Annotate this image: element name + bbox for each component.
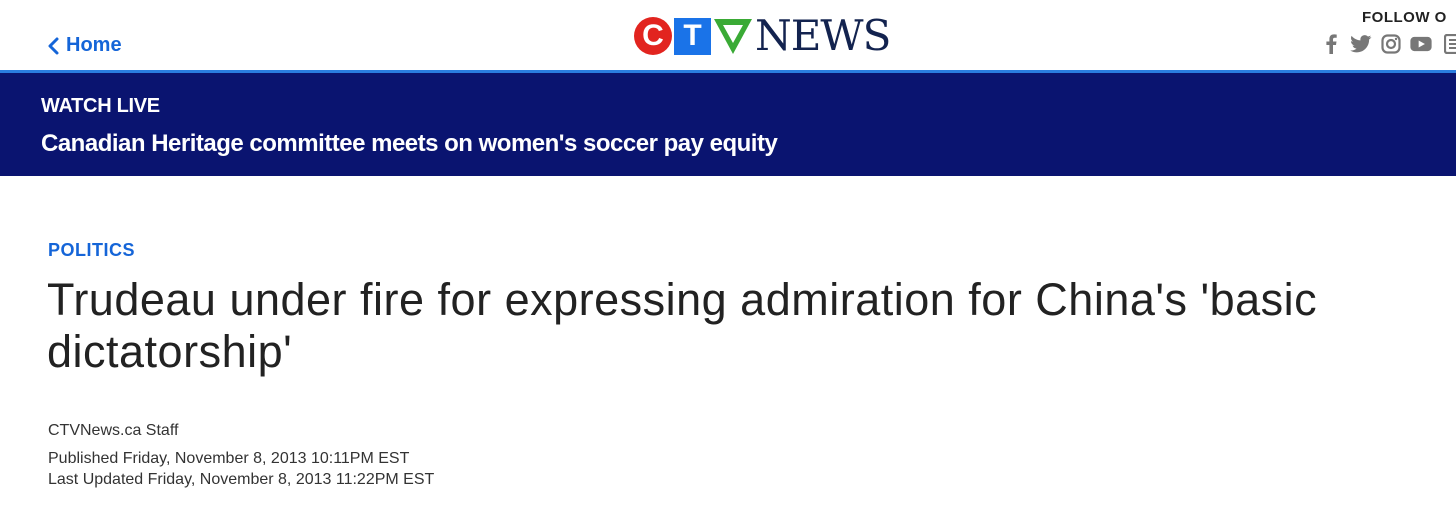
home-link[interactable]: Home	[46, 34, 122, 57]
category-link[interactable]: POLITICS	[48, 240, 135, 261]
page: Home C T NEWS FOLLOW O WATCH LIVE Canadi…	[0, 0, 1456, 528]
logo-news: NEWS	[755, 11, 891, 60]
twitter-icon[interactable]	[1350, 33, 1372, 55]
site-header: Home C T NEWS FOLLOW O	[0, 0, 1456, 70]
watch-live-label: WATCH LIVE	[41, 95, 160, 117]
follow-label: FOLLOW O	[1362, 9, 1447, 26]
article-byline: CTVNews.ca Staff	[48, 422, 179, 439]
watch-live-banner[interactable]: WATCH LIVE Canadian Heritage committee m…	[0, 73, 1456, 176]
facebook-icon[interactable]	[1320, 33, 1342, 55]
logo-c: C	[634, 17, 672, 55]
updated-date: Last Updated Friday, November 8, 2013 11…	[48, 471, 435, 488]
article-title: Trudeau under fire for expressing admira…	[47, 274, 1318, 377]
published-date: Published Friday, November 8, 2013 10:11…	[48, 450, 410, 467]
instagram-icon[interactable]	[1380, 33, 1402, 55]
logo-t: T	[674, 17, 711, 55]
ctv-news-logo[interactable]: C T NEWS	[634, 11, 891, 60]
logo-v-icon	[714, 19, 752, 54]
youtube-icon[interactable]	[1410, 33, 1432, 55]
chevron-left-icon	[48, 37, 59, 54]
home-label: Home	[66, 34, 122, 56]
rss-icon[interactable]	[1440, 33, 1456, 55]
live-headline[interactable]: Canadian Heritage committee meets on wom…	[41, 130, 778, 158]
social-links	[1320, 33, 1456, 55]
